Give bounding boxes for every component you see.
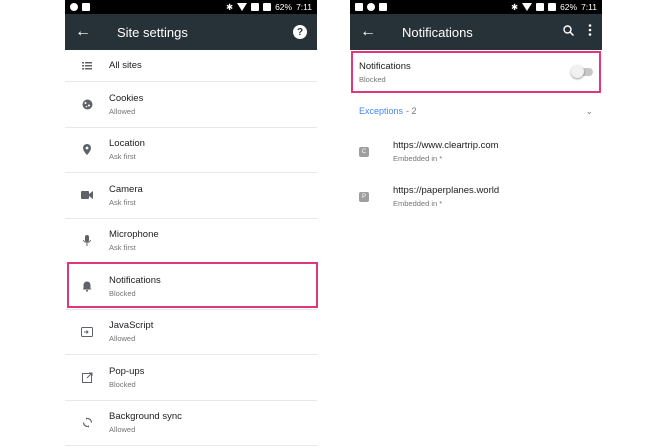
setting-label: Camera: [109, 183, 143, 195]
highlight-box-notifications-right: [351, 51, 601, 93]
highlight-box-notifications-left: [67, 262, 318, 308]
app-toolbar: ← Site settings ?: [65, 14, 317, 50]
setting-row-javascript[interactable]: JavaScript Allowed: [65, 310, 317, 355]
exceptions-label: Exceptions: [359, 106, 404, 116]
exception-site-row[interactable]: P https://paperplanes.world Embedded in …: [350, 174, 602, 219]
setting-label: Microphone: [109, 229, 159, 241]
clock: 7:11: [296, 2, 312, 12]
setting-label: Cookies: [109, 92, 144, 104]
cookie-icon: [65, 99, 109, 110]
site-settings-screen: ✱ 62% 7:11 ← Site settings ? All sites C…: [65, 0, 317, 448]
sync-icon: [65, 417, 109, 428]
search-icon[interactable]: [563, 23, 575, 41]
setting-status: Allowed: [109, 106, 136, 116]
setting-status: Ask first: [109, 243, 136, 253]
exceptions-header[interactable]: Exceptions - 2 ⌄: [350, 93, 602, 129]
setting-row-popups[interactable]: Pop-ups Blocked: [65, 355, 317, 401]
site-favicon-icon: C: [359, 146, 369, 157]
battery-icon: [548, 3, 557, 11]
list-icon: [65, 61, 109, 70]
signal-icon: [251, 3, 260, 11]
site-url: https://paperplanes.world: [393, 185, 500, 196]
more-vert-icon[interactable]: [588, 23, 592, 41]
back-arrow-icon[interactable]: ←: [75, 23, 99, 41]
battery-percent: 62%: [560, 2, 578, 12]
microphone-icon: [65, 234, 109, 247]
app-toolbar: ← Notifications: [350, 14, 602, 50]
help-icon[interactable]: ?: [293, 25, 307, 39]
setting-label: JavaScript: [109, 320, 154, 332]
instagram-status-icon: [82, 3, 90, 11]
bluetooth-icon: ✱: [510, 1, 519, 12]
signal-icon: [536, 3, 545, 11]
back-arrow-icon[interactable]: ←: [360, 23, 384, 41]
setting-status: Allowed: [109, 334, 136, 344]
location-icon: [65, 144, 109, 156]
setting-label: Location: [109, 138, 145, 150]
setting-row-cookies[interactable]: Cookies Allowed: [65, 82, 317, 128]
site-embedded: Embedded in *: [393, 154, 443, 163]
exception-site-row[interactable]: C https://www.cleartrip.com Embedded in …: [350, 129, 602, 174]
site-url: https://www.cleartrip.com: [393, 140, 499, 151]
setting-label: Background sync: [109, 411, 182, 423]
status-bar: ✱ 62% 7:11: [350, 0, 602, 14]
popup-icon: [65, 372, 109, 383]
image-status-icon: [355, 3, 363, 11]
setting-status: Ask first: [109, 197, 136, 207]
setting-row-all-sites[interactable]: All sites: [65, 50, 317, 82]
setting-status: Ask first: [109, 152, 136, 162]
camera-icon: [65, 191, 109, 200]
battery-icon: [263, 3, 272, 11]
notification-status-icon: [70, 3, 78, 11]
setting-row-camera[interactable]: Camera Ask first: [65, 173, 317, 219]
setting-label: Pop-ups: [109, 365, 145, 377]
setting-status: Allowed: [109, 425, 136, 435]
setting-status: Blocked: [109, 379, 136, 389]
wifi-icon: [237, 3, 248, 11]
setting-row-location[interactable]: Location Ask first: [65, 128, 317, 173]
page-title: Site settings: [117, 24, 188, 40]
setting-row-microphone[interactable]: Microphone Ask first: [65, 219, 317, 264]
notification-status-icon: [367, 3, 375, 11]
chevron-down-icon: ⌄: [585, 105, 593, 116]
site-embedded: Embedded in *: [393, 199, 443, 208]
wifi-icon: [522, 3, 533, 11]
page-title: Notifications: [402, 24, 473, 40]
status-bar: ✱ 62% 7:11: [65, 0, 317, 14]
instagram-status-icon: [379, 3, 387, 11]
site-favicon-icon: P: [359, 191, 369, 202]
bluetooth-icon: ✱: [225, 1, 234, 12]
setting-row-background-sync[interactable]: Background sync Allowed: [65, 401, 317, 446]
battery-percent: 62%: [275, 2, 293, 12]
setting-label: All sites: [109, 60, 142, 71]
exceptions-count: - 2: [406, 106, 417, 116]
javascript-icon: [65, 326, 109, 337]
clock: 7:11: [581, 2, 597, 12]
